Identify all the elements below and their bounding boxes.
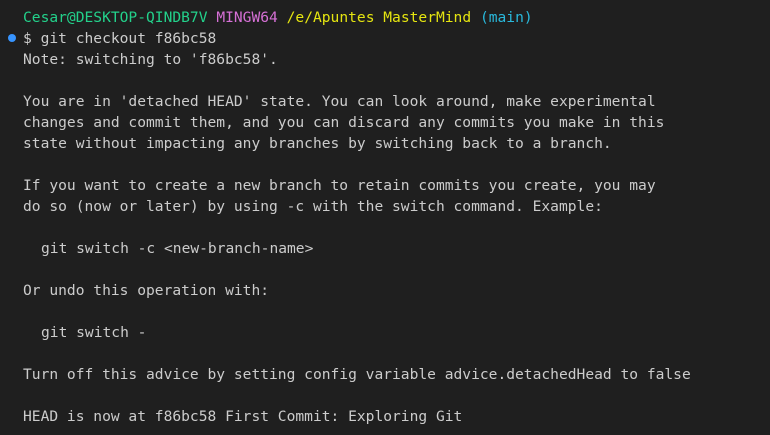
prompt-path: /e/Apuntes MasterMind [286, 9, 472, 26]
output-note: Note: switching to 'f86bc58'. [23, 51, 278, 68]
output-undo: Or undo this operation with: [23, 282, 270, 299]
prompt-user-host: Cesar@DESKTOP-QINDB7V [23, 9, 208, 26]
output-head: HEAD is now at f86bc58 First Commit: Exp… [23, 408, 463, 425]
output-example-undo: git switch - [41, 324, 147, 341]
output-branch-line-1: If you want to create a new branch to re… [23, 177, 656, 194]
command-line: $ git checkout f86bc58 [23, 30, 217, 47]
output-detached-line-3: state without impacting any branches by … [23, 135, 612, 152]
prompt-system: MINGW64 [216, 9, 278, 26]
output-detached-line-2: changes and commit them, and you can dis… [23, 114, 665, 131]
prompt-line: Cesar@DESKTOP-QINDB7V MINGW64 /e/Apuntes… [23, 7, 533, 28]
command-decoration-icon[interactable] [8, 34, 16, 42]
output-detached-line-1: You are in 'detached HEAD' state. You ca… [23, 93, 656, 110]
output-branch-line-2: do so (now or later) by using -c with th… [23, 198, 603, 215]
terminal-output[interactable]: Cesar@DESKTOP-QINDB7V MINGW64 /e/Apuntes… [0, 0, 770, 435]
prompt-branch: (main) [479, 9, 533, 26]
output-advice: Turn off this advice by setting config v… [23, 366, 691, 383]
output-example-create: git switch -c <new-branch-name> [41, 240, 314, 257]
